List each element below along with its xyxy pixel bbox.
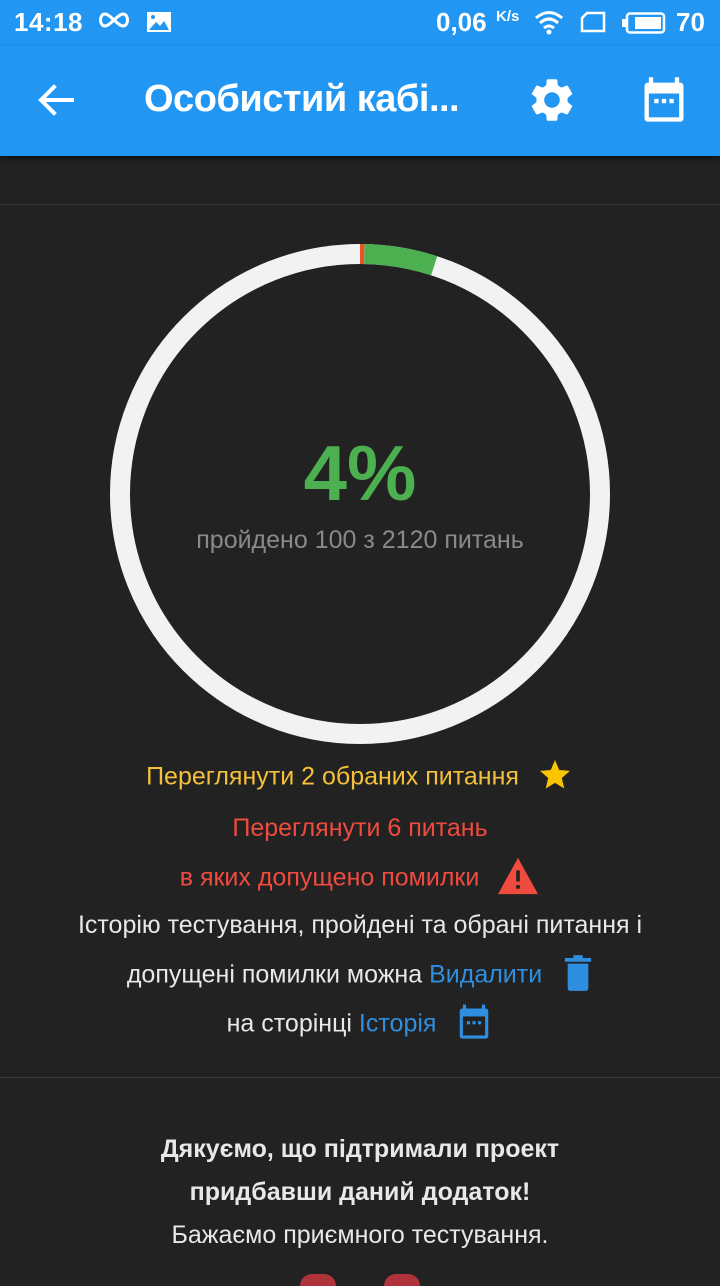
progress-center: 4% пройдено 100 з 2120 питань xyxy=(100,234,620,754)
info-line2-prefix: допущені помилки можна xyxy=(126,960,423,989)
progress-passed-text: пройдено 100 з 2120 питань xyxy=(196,525,524,554)
warning-icon xyxy=(498,857,539,895)
battery-level: 70 xyxy=(676,7,705,37)
battery-icon xyxy=(622,12,666,34)
image-icon xyxy=(147,12,171,32)
divider xyxy=(0,1077,720,1078)
view-mistakes-link[interactable]: Переглянути 6 питань xyxy=(0,814,720,843)
view-mistakes-link-line2[interactable]: в яких допущено помилки xyxy=(0,857,720,899)
favorites-text: Переглянути 2 обраних питання xyxy=(146,762,519,791)
view-favorites-link[interactable]: Переглянути 2 обраних питання xyxy=(0,760,720,796)
info-text-line2: допущені помилки можна Видалити xyxy=(0,954,720,995)
delete-link[interactable]: Видалити xyxy=(429,961,542,989)
sim-icon xyxy=(580,11,606,33)
net-speed: 0,06 xyxy=(436,7,487,37)
page-title: Особистий кабі... xyxy=(144,78,460,120)
mistakes-text-line2: в яких допущено помилки xyxy=(179,863,480,892)
star-icon xyxy=(539,760,570,789)
status-time: 14:18 xyxy=(14,7,83,37)
heart-icon xyxy=(384,1274,420,1286)
info-text-line3: на сторінці Історія xyxy=(0,1002,720,1045)
heart-icon xyxy=(300,1274,336,1286)
info-line3-prefix: на сторінці xyxy=(226,1009,352,1038)
infinity-icon xyxy=(99,12,129,28)
thanks-message: Дякуємо, що підтримали проект придбавши … xyxy=(0,1128,720,1257)
calendar-icon[interactable] xyxy=(638,74,690,126)
app-bar: Особистий кабі... xyxy=(0,46,720,156)
gear-icon[interactable] xyxy=(526,74,578,126)
progress-ring: 4% пройдено 100 з 2120 питань xyxy=(100,234,620,754)
progress-percent: 4% xyxy=(303,428,417,517)
thanks-line3: Бажаємо приємного тестування. xyxy=(171,1221,549,1249)
net-speed-unit: K/s xyxy=(496,8,520,25)
arrow-left-icon[interactable] xyxy=(32,76,80,124)
thanks-line1: Дякуємо, що підтримали проект xyxy=(160,1135,560,1163)
info-text-line1: Історію тестування, пройдені та обрані п… xyxy=(77,911,643,939)
mistakes-text-line1: Переглянути 6 питань xyxy=(232,814,488,842)
status-bar: 14:18 0,06 K/s 70 xyxy=(0,0,720,46)
thanks-line2: придбавши даний додаток! xyxy=(189,1178,531,1206)
divider xyxy=(0,204,720,205)
trash-icon[interactable] xyxy=(563,954,593,992)
history-link[interactable]: Історія xyxy=(359,1010,437,1038)
calendar-icon[interactable] xyxy=(455,1002,493,1042)
wifi-icon xyxy=(535,11,563,35)
